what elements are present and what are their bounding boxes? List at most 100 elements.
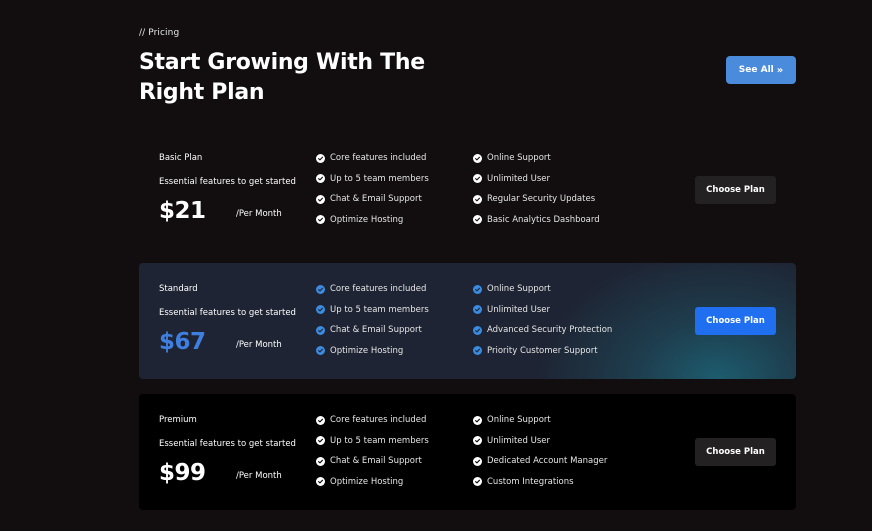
check-circle-icon xyxy=(473,153,482,163)
pricing-eyebrow: // Pricing xyxy=(139,28,180,38)
feature-item: Custom Integrations xyxy=(473,477,607,487)
feature-list-left: Core features included Up to 5 team memb… xyxy=(316,415,429,497)
check-circle-icon xyxy=(316,325,325,335)
feature-item: Optimize Hosting xyxy=(316,346,429,356)
feature-label: Up to 5 team members xyxy=(330,173,429,184)
check-circle-icon xyxy=(473,346,482,355)
plan-card-premium: Premium Essential features to get starte… xyxy=(139,394,796,510)
feature-item: Chat & Email Support xyxy=(316,456,429,466)
check-circle-icon xyxy=(316,194,325,204)
feature-item: Priority Customer Support xyxy=(473,346,612,356)
feature-list-right: Online Support Unlimited User Advanced S… xyxy=(473,284,612,366)
check-circle-icon xyxy=(473,305,482,314)
feature-list-left: Core features included Up to 5 team memb… xyxy=(316,284,429,366)
feature-label: Optimize Hosting xyxy=(330,214,404,225)
feature-label: Basic Analytics Dashboard xyxy=(487,214,600,225)
feature-label: Online Support xyxy=(487,284,551,294)
check-circle-icon xyxy=(316,215,325,224)
feature-label: Dedicated Account Manager xyxy=(487,456,608,466)
feature-item: Unlimited User xyxy=(473,174,600,184)
feature-item: Unlimited User xyxy=(473,436,607,446)
feature-item: Unlimited User xyxy=(473,305,612,315)
plan-period: /Per Month xyxy=(236,471,282,481)
choose-plan-button-standard[interactable]: Choose Plan xyxy=(695,307,776,335)
feature-label: Advanced Security Protection xyxy=(487,325,613,335)
feature-label: Regular Security Updates xyxy=(487,194,596,204)
plan-card-standard: Standard Essential features to get start… xyxy=(139,263,796,379)
feature-item: Basic Analytics Dashboard xyxy=(473,215,600,225)
feature-item: Up to 5 team members xyxy=(316,436,429,446)
check-circle-icon xyxy=(316,153,325,163)
plan-price: $21 xyxy=(159,198,206,224)
check-circle-icon xyxy=(316,456,325,466)
feature-label: Optimize Hosting xyxy=(330,345,404,356)
feature-item: Regular Security Updates xyxy=(473,194,600,204)
feature-item: Chat & Email Support xyxy=(316,325,429,335)
feature-label: Online Support xyxy=(487,153,551,163)
feature-item: Online Support xyxy=(473,153,600,163)
feature-item: Core features included xyxy=(316,284,429,294)
check-circle-icon xyxy=(473,174,482,183)
plan-name: Basic Plan xyxy=(159,153,203,163)
feature-label: Unlimited User xyxy=(487,435,551,446)
feature-item: Core features included xyxy=(316,415,429,425)
choose-plan-button-premium[interactable]: Choose Plan xyxy=(695,438,776,466)
feature-item: Dedicated Account Manager xyxy=(473,456,607,466)
feature-label: Online Support xyxy=(487,415,551,425)
feature-item: Up to 5 team members xyxy=(316,305,429,315)
choose-plan-button-basic[interactable]: Choose Plan xyxy=(695,176,776,204)
check-circle-icon xyxy=(473,415,482,425)
check-circle-icon xyxy=(473,456,482,466)
feature-item: Optimize Hosting xyxy=(316,477,429,487)
feature-label: Up to 5 team members xyxy=(330,304,429,315)
check-circle-icon xyxy=(316,284,325,294)
double-chevron-right-icon: » xyxy=(776,64,784,76)
feature-label: Custom Integrations xyxy=(487,476,574,487)
feature-label: Chat & Email Support xyxy=(330,194,422,204)
feature-label: Optimize Hosting xyxy=(330,476,404,487)
feature-label: Unlimited User xyxy=(487,173,551,184)
check-circle-icon xyxy=(316,477,325,486)
check-circle-icon xyxy=(316,174,325,183)
feature-item: Advanced Security Protection xyxy=(473,325,612,335)
check-circle-icon xyxy=(473,284,482,294)
see-all-label: See All xyxy=(738,65,774,75)
feature-label: Priority Customer Support xyxy=(487,345,598,356)
check-circle-icon xyxy=(473,325,482,335)
feature-label: Chat & Email Support xyxy=(330,325,422,335)
plan-price: $99 xyxy=(159,460,206,486)
plan-period: /Per Month xyxy=(236,209,282,219)
feature-label: Unlimited User xyxy=(487,304,551,315)
page-title: Start Growing With The Right Plan xyxy=(139,50,425,105)
feature-item: Online Support xyxy=(473,284,612,294)
feature-item: Optimize Hosting xyxy=(316,215,429,225)
feature-label: Core features included xyxy=(330,153,427,163)
feature-item: Chat & Email Support xyxy=(316,194,429,204)
plan-price: $67 xyxy=(159,329,206,355)
feature-item: Up to 5 team members xyxy=(316,174,429,184)
plan-name: Premium xyxy=(159,415,197,425)
feature-label: Chat & Email Support xyxy=(330,456,422,466)
check-circle-icon xyxy=(316,415,325,425)
check-circle-icon xyxy=(316,305,325,314)
feature-list-right: Online Support Unlimited User Dedicated … xyxy=(473,415,607,497)
plan-description: Essential features to get started xyxy=(159,308,296,318)
feature-list-left: Core features included Up to 5 team memb… xyxy=(316,153,429,235)
check-circle-icon xyxy=(473,215,482,224)
feature-label: Core features included xyxy=(330,415,427,425)
check-circle-icon xyxy=(316,436,325,445)
check-circle-icon xyxy=(473,477,482,486)
feature-label: Core features included xyxy=(330,284,427,294)
feature-label: Up to 5 team members xyxy=(330,435,429,446)
feature-item: Core features included xyxy=(316,153,429,163)
plan-description: Essential features to get started xyxy=(159,439,296,449)
plan-description: Essential features to get started xyxy=(159,177,296,187)
plan-period: /Per Month xyxy=(236,340,282,350)
check-circle-icon xyxy=(473,194,482,204)
plan-card-basic: Basic Plan Essential features to get sta… xyxy=(139,132,796,248)
check-circle-icon xyxy=(473,436,482,445)
feature-list-right: Online Support Unlimited User Regular Se… xyxy=(473,153,600,235)
see-all-button[interactable]: See All » xyxy=(726,56,796,84)
feature-item: Online Support xyxy=(473,415,607,425)
plan-name: Standard xyxy=(159,284,198,294)
